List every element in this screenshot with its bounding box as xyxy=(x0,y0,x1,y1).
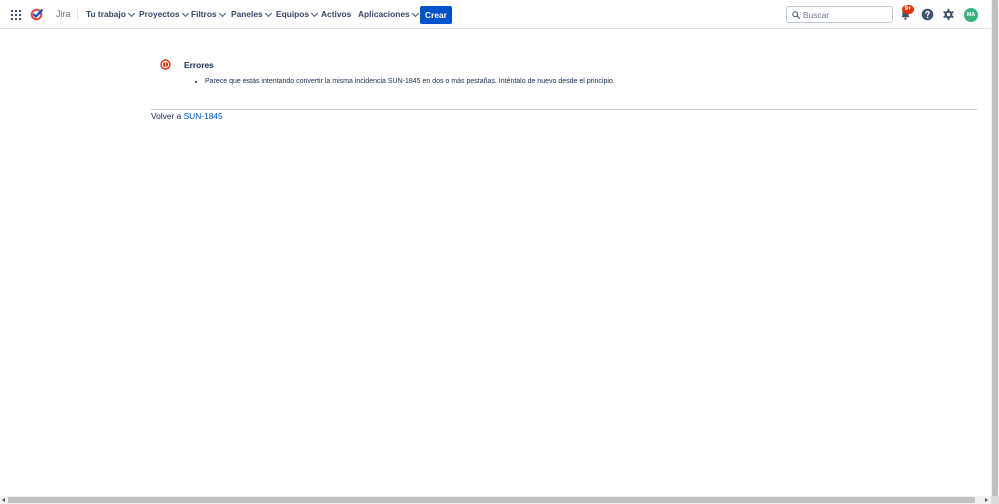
nav-divider xyxy=(77,9,78,20)
nav-label: Tu trabajo xyxy=(86,9,126,19)
create-button[interactable]: Crear xyxy=(420,6,452,24)
back-issue-link[interactable]: SUN-1845 xyxy=(184,111,223,121)
chevron-down-icon xyxy=(127,9,135,18)
search-input[interactable] xyxy=(803,8,889,21)
search-box[interactable] xyxy=(786,6,893,23)
back-line: Volver a SUN-1845 xyxy=(151,111,223,121)
nav-aplicaciones[interactable]: Aplicaciones xyxy=(358,8,419,21)
vertical-scroll-thumb[interactable] xyxy=(992,0,998,496)
back-prefix: Volver a xyxy=(151,111,182,121)
nav-paneles[interactable]: Paneles xyxy=(231,8,272,21)
content-divider xyxy=(151,109,977,110)
jira-logo-icon[interactable] xyxy=(30,8,43,21)
nav-tu-trabajo[interactable]: Tu trabajo xyxy=(86,8,135,21)
error-title: Errores xyxy=(184,60,214,70)
nav-label: Paneles xyxy=(231,9,263,19)
scrollbar-corner xyxy=(991,496,999,504)
avatar[interactable]: MA xyxy=(964,8,978,22)
search-icon xyxy=(792,11,800,19)
nav-label: Activos xyxy=(321,9,352,19)
error-icon xyxy=(160,59,171,70)
chevron-down-icon xyxy=(264,9,272,18)
scroll-left-arrow-icon[interactable] xyxy=(2,498,5,502)
scroll-right-arrow-icon[interactable] xyxy=(985,498,988,502)
top-navigation: Jira Tu trabajo Proyectos Filtros Panele… xyxy=(0,0,991,29)
help-icon[interactable] xyxy=(921,8,934,21)
chevron-down-icon xyxy=(311,9,319,18)
nav-label: Equipos xyxy=(276,9,310,19)
chevron-down-icon xyxy=(181,9,189,18)
horizontal-scrollbar[interactable] xyxy=(0,496,991,504)
vertical-scrollbar[interactable] xyxy=(991,0,999,496)
nav-activos[interactable]: Activos xyxy=(321,8,351,21)
app-grid-icon[interactable] xyxy=(11,10,21,20)
error-message: Parece que estás intentando convertir la… xyxy=(205,77,615,86)
error-list: Parece que estás intentando convertir la… xyxy=(196,77,615,86)
nav-proyectos[interactable]: Proyectos xyxy=(139,8,189,21)
chevron-down-icon xyxy=(218,9,226,18)
nav-label: Aplicaciones xyxy=(358,9,410,19)
nav-filtros[interactable]: Filtros xyxy=(191,8,226,21)
nav-label: Proyectos xyxy=(139,9,180,19)
notification-badge: 9+ xyxy=(902,5,914,14)
nav-equipos[interactable]: Equipos xyxy=(276,8,319,21)
gear-icon[interactable] xyxy=(942,8,955,21)
nav-label: Filtros xyxy=(191,9,217,19)
chevron-down-icon xyxy=(411,9,419,18)
horizontal-scroll-thumb[interactable] xyxy=(8,497,975,503)
page: Jira Tu trabajo Proyectos Filtros Panele… xyxy=(0,0,999,504)
product-name[interactable]: Jira xyxy=(56,8,71,21)
